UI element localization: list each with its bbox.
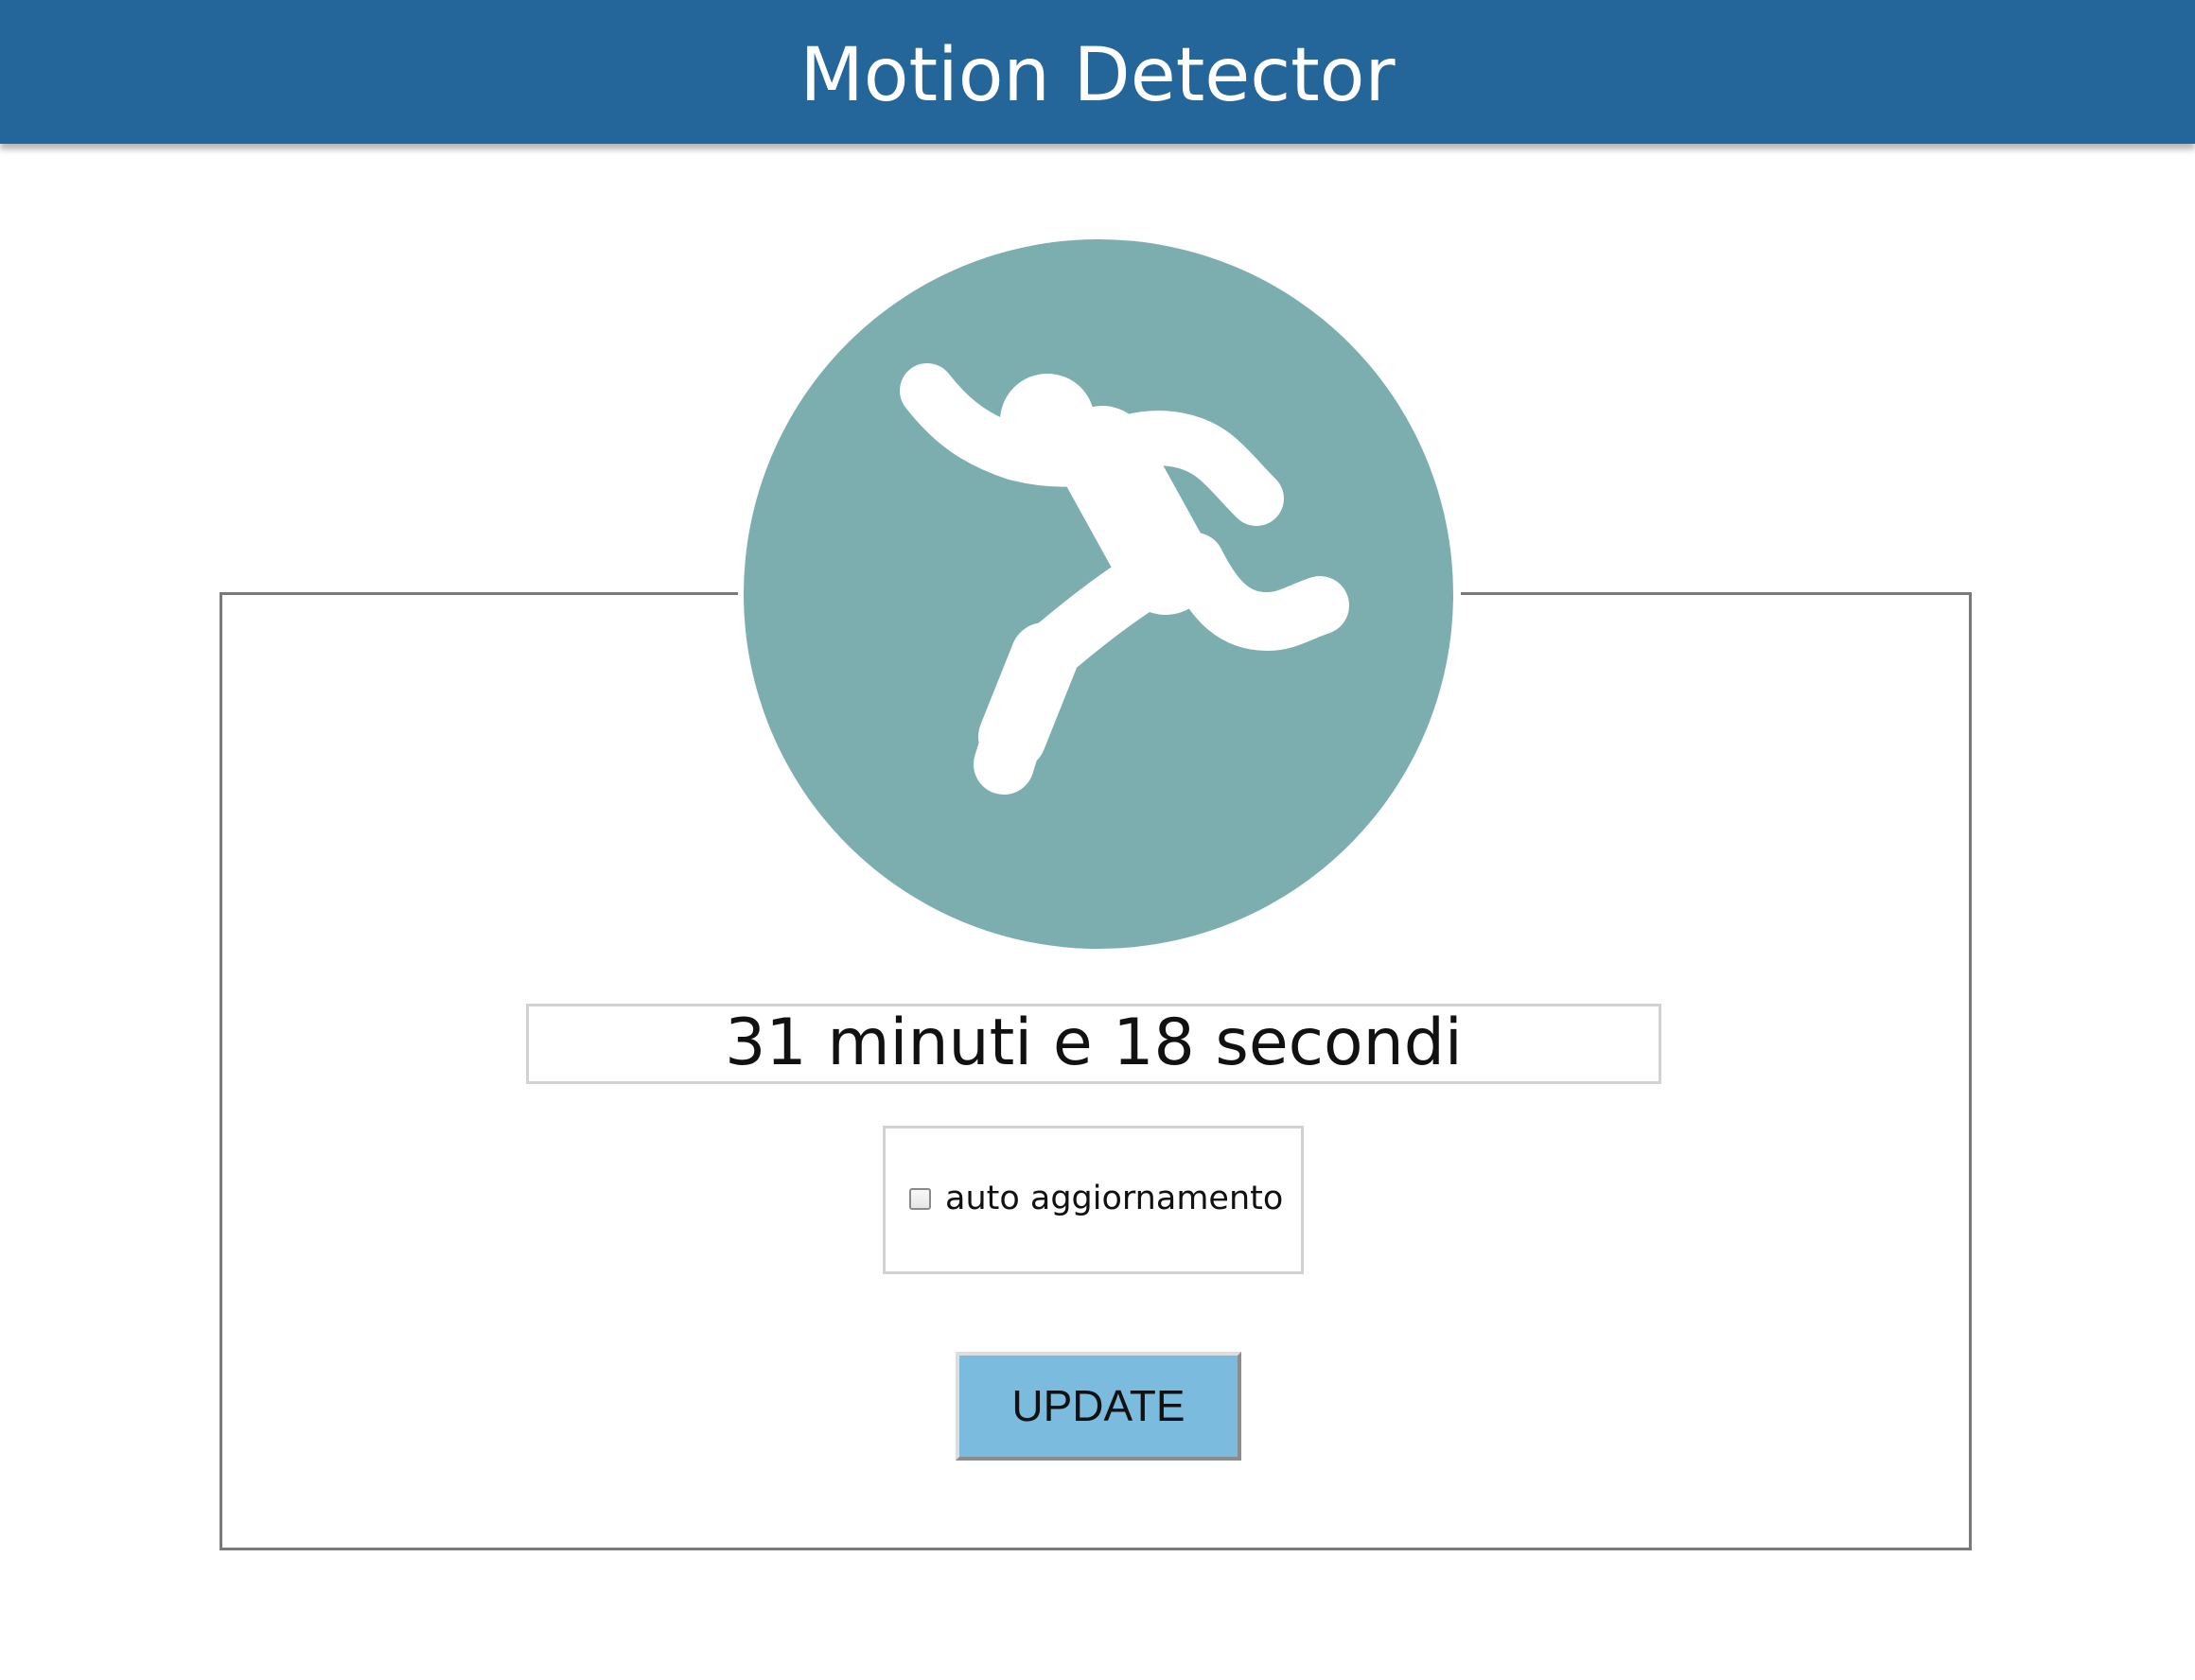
auto-refresh-group: auto aggiornamento	[883, 1126, 1304, 1274]
elapsed-time-display: 31 minuti e 18 secondi	[526, 1004, 1661, 1084]
running-person-icon	[744, 239, 1453, 949]
app-title: Motion Detector	[799, 33, 1396, 118]
auto-refresh-checkbox[interactable]	[909, 1188, 931, 1210]
running-figure-head	[1000, 374, 1095, 468]
app-header: Motion Detector	[0, 0, 2195, 144]
update-button[interactable]: UPDATE	[956, 1352, 1241, 1461]
auto-refresh-label[interactable]: auto aggiornamento	[945, 1178, 1283, 1219]
